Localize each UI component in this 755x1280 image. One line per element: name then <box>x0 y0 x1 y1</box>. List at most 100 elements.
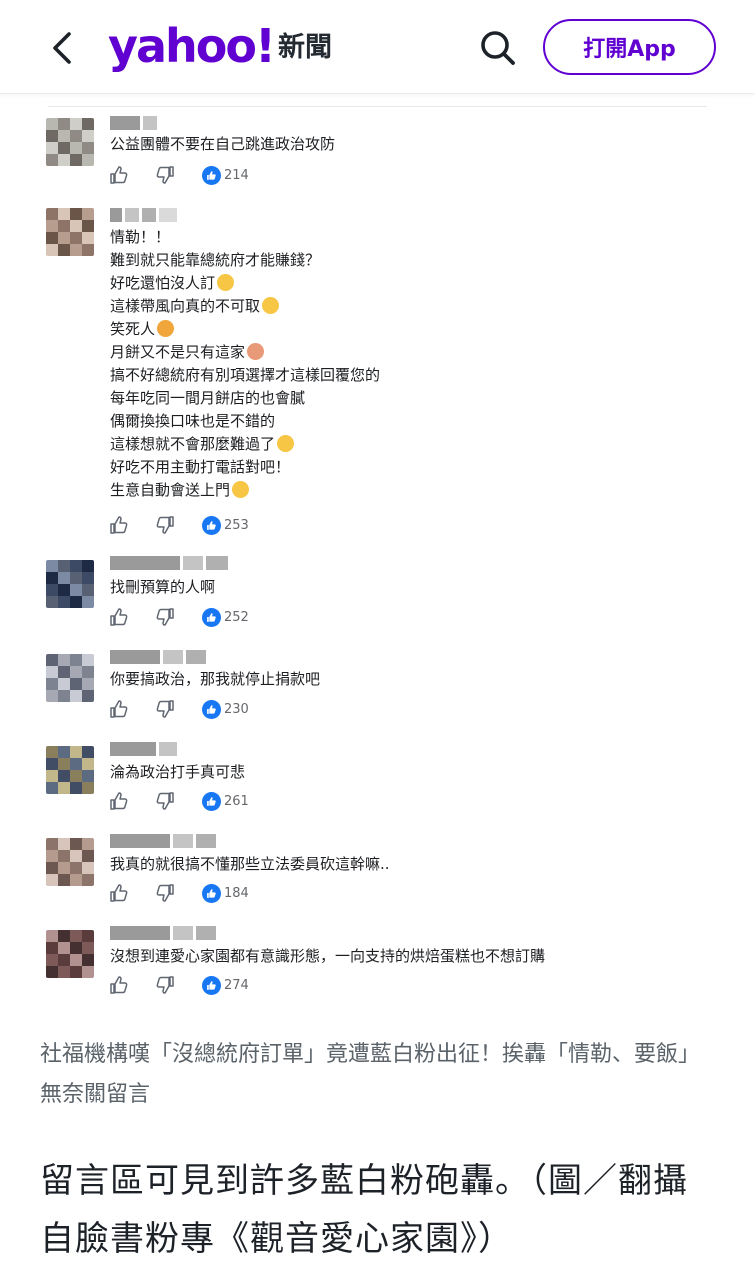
dislike-button[interactable] <box>154 790 176 812</box>
thumbs-down-icon <box>156 166 174 184</box>
like-button[interactable] <box>108 790 130 812</box>
commenter-name-blurred <box>110 116 157 132</box>
reaction-summary[interactable]: 253 <box>202 515 249 535</box>
commenter-name-blurred <box>110 556 228 572</box>
open-app-button[interactable]: 打開App <box>543 19 716 75</box>
comment-text: 搞不好總統府有別項選擇才這樣回覆您的 <box>110 366 381 384</box>
yahoo-news-logo[interactable]: yahoo! 新聞 <box>108 18 332 74</box>
commenter-avatar-blurred <box>46 746 94 794</box>
commenter-name-blurred <box>110 926 216 942</box>
reaction-count: 252 <box>224 609 249 625</box>
thumbs-up-icon <box>110 700 128 718</box>
comment-text: 月餅又不是只有這家 <box>110 341 265 364</box>
like-button[interactable] <box>108 698 130 720</box>
emoji-icon <box>232 481 250 498</box>
reaction-summary[interactable]: 252 <box>202 607 249 627</box>
comment-text: 好吃還怕沒人訂 <box>110 272 235 295</box>
like-reaction-icon <box>202 975 221 995</box>
like-reaction-icon <box>202 699 221 719</box>
comment-text: 公益團體不要在自己跳進政治攻防 <box>110 135 336 153</box>
thumbs-down-icon <box>156 884 174 902</box>
reaction-summary[interactable]: 214 <box>202 165 249 185</box>
reaction-summary[interactable]: 274 <box>202 975 249 995</box>
emoji-icon <box>217 274 235 291</box>
logo-section-label: 新聞 <box>277 32 332 63</box>
like-reaction-icon <box>202 165 221 185</box>
reaction-count: 214 <box>224 167 249 183</box>
emoji-icon <box>247 343 265 360</box>
chevron-left-icon <box>53 32 71 64</box>
comment-text: 情勒！！ <box>110 228 171 246</box>
dislike-button[interactable] <box>154 164 176 186</box>
comment-actions: 261 <box>108 790 249 812</box>
reaction-count: 230 <box>224 701 249 717</box>
reaction-count: 261 <box>224 793 249 809</box>
commenter-avatar-blurred <box>46 654 94 702</box>
like-button[interactable] <box>108 882 130 904</box>
thumbs-up-icon <box>110 884 128 902</box>
comment-text: 生意自動會送上門 <box>110 479 250 502</box>
like-reaction-icon <box>202 883 221 903</box>
comment-actions: 274 <box>108 974 249 996</box>
comment-actions: 184 <box>108 882 249 904</box>
article-paragraph: 留言區可見到許多藍白粉砲轟。（圖／翻攝自臉書粉專《觀音愛心家園》） <box>40 1161 688 1259</box>
comment-text: 淪為政治打手真可悲 <box>110 763 246 781</box>
thumbs-up-icon <box>110 166 128 184</box>
reaction-count: 274 <box>224 977 249 993</box>
thumbs-down-icon <box>156 700 174 718</box>
emoji-icon <box>277 435 295 452</box>
dislike-button[interactable] <box>154 698 176 720</box>
reaction-summary[interactable]: 230 <box>202 699 249 719</box>
logo-wordmark: yahoo! <box>108 19 276 73</box>
dislike-button[interactable] <box>154 974 176 996</box>
comment-actions: 230 <box>108 698 249 720</box>
thumbs-up-icon <box>110 792 128 810</box>
reaction-summary[interactable]: 184 <box>202 883 249 903</box>
comment-text: 找刪預算的人啊 <box>110 578 216 596</box>
commenter-avatar-blurred <box>46 838 94 886</box>
like-reaction-icon <box>202 515 221 535</box>
comment-text: 好吃不用主動打電話對吧！ <box>110 458 291 476</box>
comment-text: 你要搞政治，那我就停止捐款吧 <box>110 670 321 688</box>
comment-text: 笑死人 <box>110 318 175 341</box>
search-button[interactable] <box>476 26 520 70</box>
comment-text: 難到就只能靠總統府才能賺錢？ <box>110 251 321 269</box>
comment-text: 這樣帶風向真的不可取 <box>110 295 280 318</box>
commenter-name-blurred <box>110 208 177 224</box>
reaction-summary[interactable]: 261 <box>202 791 249 811</box>
comment-actions: 253 <box>108 514 249 536</box>
like-button[interactable] <box>108 164 130 186</box>
top-app-bar: yahoo! 新聞 打開App <box>0 0 755 94</box>
divider <box>48 106 707 107</box>
comment-text: 我真的就很搞不懂那些立法委員砍這幹嘛.. <box>110 855 390 873</box>
emoji-icon <box>157 320 175 337</box>
commenter-name-blurred <box>110 650 206 666</box>
comment-text: 沒想到連愛心家園都有意識形態，一向支持的烘焙蛋糕也不想訂購 <box>110 947 546 965</box>
comment-actions: 214 <box>108 164 249 186</box>
emoji-icon <box>262 297 280 314</box>
comments-screenshot-image[interactable]: 公益團體不要在自己跳進政治攻防 214 情勒！！ 難到就只能靠總統府才能賺錢？ 好吃還怕… <box>40 98 715 1018</box>
thumbs-up-icon <box>110 516 128 534</box>
thumbs-down-icon <box>156 792 174 810</box>
commenter-name-blurred <box>110 742 177 758</box>
dislike-button[interactable] <box>154 514 176 536</box>
commenter-avatar-blurred <box>46 930 94 978</box>
image-caption: 社福機構嘆「沒總統府訂單」竟遭藍白粉出征！挨轟「情勒、要飯」無奈關留言 <box>40 1042 701 1107</box>
like-button[interactable] <box>108 514 130 536</box>
thumbs-down-icon <box>156 516 174 534</box>
like-reaction-icon <box>202 607 221 627</box>
commenter-name-blurred <box>110 834 216 850</box>
back-button[interactable] <box>40 26 84 70</box>
search-icon <box>481 31 515 65</box>
commenter-avatar-blurred <box>46 118 94 166</box>
thumbs-down-icon <box>156 976 174 994</box>
comment-text: 這樣想就不會那麼難過了 <box>110 433 295 456</box>
dislike-button[interactable] <box>154 606 176 628</box>
thumbs-up-icon <box>110 608 128 626</box>
like-button[interactable] <box>108 974 130 996</box>
like-button[interactable] <box>108 606 130 628</box>
comment-text: 每年吃同一間月餅店的也會膩 <box>110 389 306 407</box>
dislike-button[interactable] <box>154 882 176 904</box>
like-reaction-icon <box>202 791 221 811</box>
thumbs-up-icon <box>110 976 128 994</box>
